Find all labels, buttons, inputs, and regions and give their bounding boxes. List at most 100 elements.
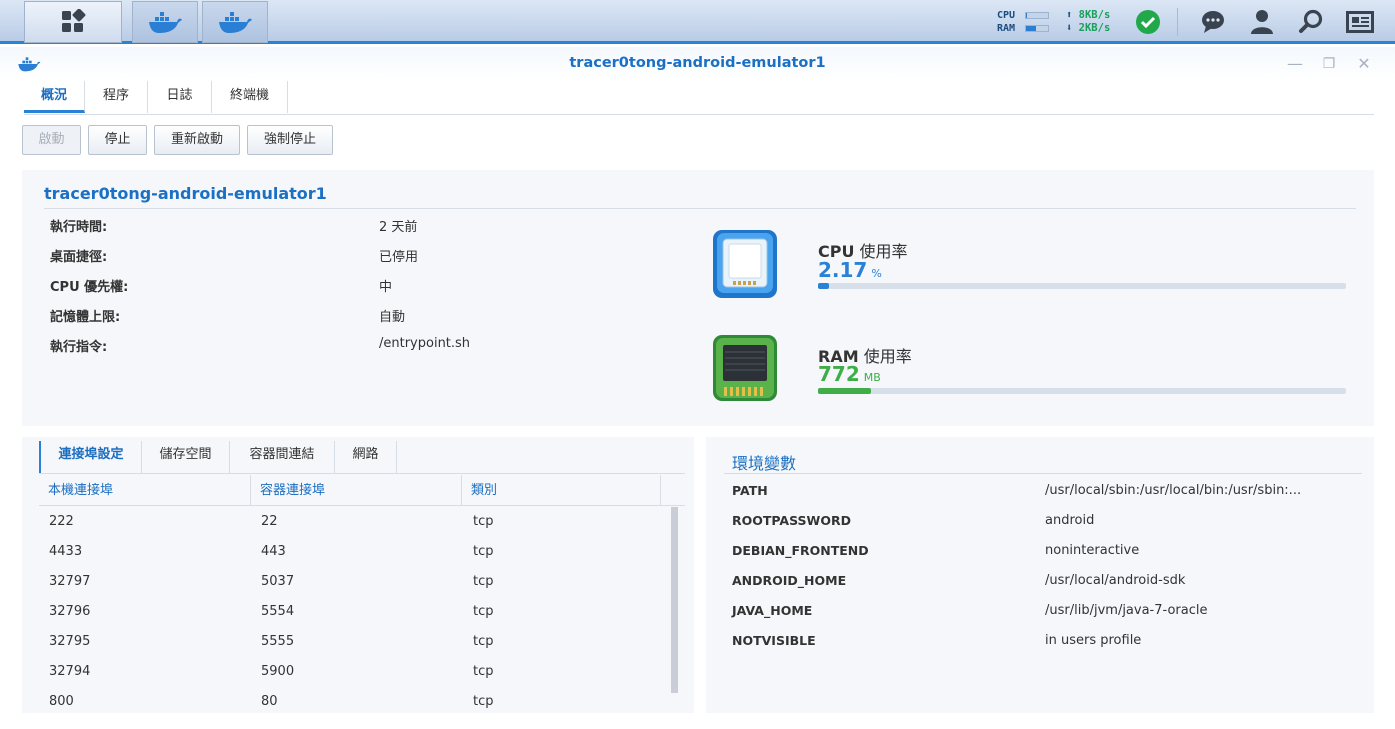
search-icon <box>1299 9 1323 33</box>
force-stop-button[interactable]: 強制停止 <box>247 125 333 155</box>
widgets-button[interactable] <box>1345 7 1375 37</box>
env-row: PATH/usr/local/sbin:/usr/local/bin:/usr/… <box>732 483 1352 503</box>
notifications-button[interactable] <box>1198 7 1228 37</box>
env-key: JAVA_HOME <box>732 603 813 618</box>
local-port-cell: 32794 <box>49 664 91 679</box>
ram-unit: MB <box>863 371 881 384</box>
taskbar: CPU RAM ⬆ 8KB/s ⬇ 2KB/s <box>0 0 1395 44</box>
tab-network[interactable]: 網路 <box>335 441 397 473</box>
tab-logs[interactable]: 日誌 <box>148 81 212 113</box>
network-speed[interactable]: ⬆ 8KB/s ⬇ 2KB/s <box>1066 9 1126 35</box>
table-row[interactable]: 32796 5554 tcp <box>39 597 667 627</box>
info-value: 中 <box>379 280 393 295</box>
container-port-cell: 5900 <box>261 664 295 679</box>
type-cell: tcp <box>473 694 494 709</box>
ports-tab-bar: 連接埠設定 儲存空間 容器間連結 網路 <box>39 437 685 474</box>
local-port-cell: 32797 <box>49 574 91 589</box>
upload-speed: 8KB/s <box>1078 9 1111 21</box>
ram-value: 772 <box>818 362 860 386</box>
container-port-cell: 22 <box>261 514 278 529</box>
type-cell: tcp <box>473 574 494 589</box>
search-button[interactable] <box>1296 7 1326 37</box>
env-key: PATH <box>732 483 768 498</box>
tab-processes[interactable]: 程序 <box>85 81 148 113</box>
tab-overview[interactable]: 概況 <box>24 81 85 113</box>
tab-terminal[interactable]: 終端機 <box>212 81 288 113</box>
cpu-meter-bar <box>1025 12 1049 19</box>
ram-usage-bar <box>818 388 1346 394</box>
cpu-chip-icon <box>713 230 777 298</box>
status-button[interactable] <box>1133 7 1163 37</box>
table-row[interactable]: 32795 5555 tcp <box>39 627 667 657</box>
cpu-meter-label: CPU <box>997 10 1016 21</box>
cpu-usage-value: 2.17% <box>818 258 882 282</box>
env-key: ANDROID_HOME <box>732 573 847 588</box>
ram-usage-value: 772 MB <box>818 362 881 386</box>
stop-button[interactable]: 停止 <box>88 125 147 155</box>
type-cell: tcp <box>473 664 494 679</box>
ram-usage-fill <box>818 388 871 394</box>
restart-button[interactable]: 重新啟動 <box>154 125 240 155</box>
info-label: 記憶體上限: <box>50 310 121 325</box>
tab-links[interactable]: 容器間連結 <box>230 441 335 473</box>
docker-taskbar-button[interactable] <box>202 1 268 43</box>
info-value: 已停用 <box>379 250 419 265</box>
column-header-local-port[interactable]: 本機連接埠 <box>39 475 251 506</box>
cpu-usage-fill <box>818 283 829 289</box>
info-label: 執行時間: <box>50 220 108 235</box>
start-button[interactable]: 啟動 <box>22 125 81 155</box>
resource-meter[interactable]: CPU RAM <box>997 9 1057 35</box>
column-header-type[interactable]: 類別 <box>462 475 661 506</box>
main-menu-icon <box>62 9 86 32</box>
download-arrow-icon: ⬇ <box>1066 22 1073 34</box>
chat-icon <box>1202 11 1224 33</box>
docker-icon <box>149 12 182 33</box>
restore-button[interactable]: ❐ <box>1320 55 1338 73</box>
docker-icon <box>219 12 252 33</box>
container-info-panel: tracer0tong-android-emulator1 執行時間: 2 天前 … <box>22 170 1374 426</box>
env-key: NOTVISIBLE <box>732 633 816 648</box>
upload-arrow-icon: ⬆ <box>1066 9 1073 21</box>
env-panel: 環境變數 PATH/usr/local/sbin:/usr/local/bin:… <box>706 437 1374 713</box>
env-key: ROOTPASSWORD <box>732 513 851 528</box>
status-ok-icon <box>1136 10 1160 34</box>
local-port-cell: 4433 <box>49 544 83 559</box>
type-cell: tcp <box>473 604 494 619</box>
divider <box>724 473 1362 474</box>
close-button[interactable]: ✕ <box>1355 55 1373 73</box>
tab-bar: 概況 程序 日誌 終端機 <box>24 81 1374 115</box>
type-cell: tcp <box>473 544 494 559</box>
info-label: CPU 優先權: <box>50 280 129 295</box>
env-title: 環境變數 <box>732 454 797 473</box>
tab-storage[interactable]: 儲存空間 <box>142 441 230 473</box>
ram-meter-label: RAM <box>997 23 1016 34</box>
minimize-button[interactable]: — <box>1286 55 1304 73</box>
env-value: /usr/lib/jvm/java-7-oracle <box>1045 603 1208 618</box>
info-value: 自動 <box>379 310 406 325</box>
table-row[interactable]: 222 22 tcp <box>39 507 667 537</box>
user-icon <box>1251 10 1273 34</box>
local-port-cell: 32795 <box>49 634 91 649</box>
table-row[interactable]: 800 80 tcp <box>39 687 667 713</box>
user-button[interactable] <box>1247 7 1277 37</box>
ports-scrollbar[interactable] <box>671 507 678 693</box>
type-cell: tcp <box>473 514 494 529</box>
local-port-cell: 32796 <box>49 604 91 619</box>
container-port-cell: 80 <box>261 694 278 709</box>
main-menu-button[interactable] <box>24 1 122 43</box>
window-titlebar[interactable]: tracer0tong-android-emulator1 — ❐ ✕ <box>0 47 1395 81</box>
widget-icon <box>1346 11 1374 33</box>
table-row[interactable]: 4433 443 tcp <box>39 537 667 567</box>
info-value: /entrypoint.sh <box>379 336 471 351</box>
tab-port-settings[interactable]: 連接埠設定 <box>39 441 142 473</box>
docker-taskbar-button[interactable] <box>132 1 198 43</box>
divider <box>44 208 1356 209</box>
env-value: /usr/local/android-sdk <box>1045 573 1186 588</box>
window-title: tracer0tong-android-emulator1 <box>569 55 826 71</box>
download-speed: 2KB/s <box>1078 22 1111 34</box>
column-header-container-port[interactable]: 容器連接埠 <box>251 475 462 506</box>
table-row[interactable]: 32797 5037 tcp <box>39 567 667 597</box>
table-row[interactable]: 32794 5900 tcp <box>39 657 667 687</box>
env-key: DEBIAN_FRONTEND <box>732 543 869 558</box>
env-value: noninteractive <box>1045 543 1140 558</box>
